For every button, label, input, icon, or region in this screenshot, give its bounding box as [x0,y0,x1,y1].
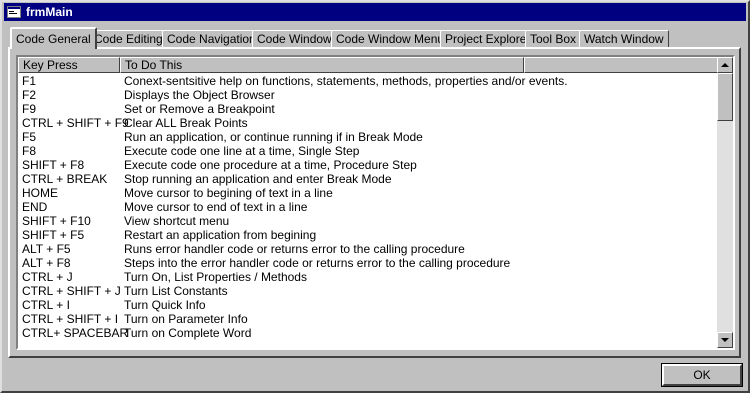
action-cell: Steps into the error handler code or ret… [124,256,511,270]
key-press-cell: CTRL + BREAK [22,172,108,186]
tab-code-window-menu[interactable]: Code Window Menu [331,30,450,47]
list-item[interactable]: F8 Execute code one line at a time, Singl… [18,144,718,158]
window-title: frmMain [26,5,73,19]
action-cell: Execute code one line at a time, Single … [124,144,360,158]
key-press-cell: F1 [22,74,37,88]
tab-project-explorer[interactable]: Project Explorer [440,30,536,47]
vb-form-icon [7,6,21,18]
action-cell: Turn On, List Properties / Methods [124,270,307,284]
action-cell: Restart an application from begining [124,228,317,242]
key-press-cell: F2 [22,88,37,102]
action-cell: Runs error handler code or returns error… [124,242,465,256]
action-cell: Clear ALL Break Points [124,116,248,130]
action-cell: Run an application, or continue running … [124,130,423,144]
vertical-scrollbar[interactable] [717,57,733,348]
key-press-cell: SHIFT + F10 [22,214,91,228]
list-rows: F1 Conext-sentsitive help on functions, s… [18,74,718,340]
key-press-cell: CTRL + SHIFT + F9 [22,116,129,130]
column-header-blank[interactable] [524,57,718,73]
list-item[interactable]: CTRL + I Turn Quick Info [18,298,718,312]
list-item[interactable]: SHIFT + F5 Restart an application from be… [18,228,718,242]
tab-tool-box[interactable]: Tool Box [525,30,582,47]
tab-code-editing[interactable]: Code Editing [89,30,168,47]
list-item[interactable]: CTRL+ SPACEBAR Turn on Complete Word [18,326,718,340]
tab-strip: Code General Code Editing Code Navigatio… [10,27,744,49]
list-item[interactable]: CTRL + SHIFT + F9 Clear ALL Break Points [18,116,718,130]
key-press-cell: CTRL + J [22,270,73,284]
key-press-cell: CTRL+ SPACEBAR [22,326,129,340]
list-item[interactable]: END Move cursor to end of text in a line [18,200,718,214]
action-cell: Displays the Object Browser [124,88,275,102]
action-cell: Move cursor to end of text in a line [124,200,308,214]
action-cell: Move cursor to begining of text in a lin… [124,186,333,200]
key-press-cell: END [22,200,48,214]
key-press-cell: CTRL + SHIFT + I [22,312,119,326]
list-item[interactable]: F5 Run an application, or continue runnin… [18,130,718,144]
main-window: frmMain Code General Code Editing Code N… [0,0,750,393]
key-press-cell: CTRL + I [22,298,70,312]
arrow-up-icon [721,63,729,67]
key-press-cell: F8 [22,144,37,158]
column-header-key-press[interactable]: Key Press [18,57,120,73]
list-item[interactable]: ALT + F5 Runs error handler code or retur… [18,242,718,256]
shortcut-list[interactable]: Key Press To Do This F1 Conext-sentsitive… [16,55,735,350]
list-item[interactable]: F1 Conext-sentsitive help on functions, s… [18,74,718,88]
list-item[interactable]: SHIFT + F10 View shortcut menu [18,214,718,228]
key-press-cell: SHIFT + F8 [22,158,85,172]
key-press-cell: F5 [22,130,37,144]
list-item[interactable]: SHIFT + F8 Execute code one procedure at … [18,158,718,172]
list-item[interactable]: F9 Set or Remove a Breakpoint [18,102,718,116]
scroll-down-button[interactable] [717,332,733,348]
action-cell: Stop running an application and enter Br… [124,172,392,186]
list-item[interactable]: CTRL + J Turn On, List Properties / Metho… [18,270,718,284]
list-item[interactable]: CTRL + SHIFT + I Turn on Parameter Info [18,312,718,326]
scroll-up-button[interactable] [717,57,733,73]
key-press-cell: F9 [22,102,37,116]
tab-watch-window[interactable]: Watch Window [579,30,669,47]
list-item[interactable]: CTRL + BREAK Stop running an application … [18,172,718,186]
action-cell: Execute code one procedure at a time, Pr… [124,158,417,172]
action-cell: Turn on Parameter Info [124,312,248,326]
column-header-to-do-this[interactable]: To Do This [120,57,524,73]
list-item[interactable]: F2 Displays the Object Browser [18,88,718,102]
key-press-cell: SHIFT + F5 [22,228,85,242]
key-press-cell: ALT + F5 [22,242,71,256]
action-cell: Conext-sentsitive help on functions, sta… [124,74,568,88]
key-press-cell: CTRL + SHIFT + J [22,284,121,298]
key-press-cell: ALT + F8 [22,256,71,270]
list-item[interactable]: HOME Move cursor to begining of text in a… [18,186,718,200]
ok-button[interactable]: OK [661,363,743,387]
tab-code-navigation[interactable]: Code Navigation [162,30,261,47]
title-bar[interactable]: frmMain [4,3,746,21]
action-cell: Turn List Constants [124,284,228,298]
scroll-thumb[interactable] [717,73,733,121]
tab-panel: Key Press To Do This F1 Conext-sentsitive… [8,47,741,358]
action-cell: Turn on Complete Word [124,326,252,340]
list-item[interactable]: CTRL + SHIFT + J Turn List Constants [18,284,718,298]
arrow-down-icon [721,338,729,342]
action-cell: Turn Quick Info [124,298,206,312]
tab-code-window[interactable]: Code Window [252,30,337,47]
action-cell: Set or Remove a Breakpoint [124,102,275,116]
list-item[interactable]: ALT + F8 Steps into the error handler cod… [18,256,718,270]
tab-code-general[interactable]: Code General [10,27,97,49]
key-press-cell: HOME [22,186,58,200]
list-header: Key Press To Do This [18,57,718,73]
action-cell: View shortcut menu [124,214,230,228]
